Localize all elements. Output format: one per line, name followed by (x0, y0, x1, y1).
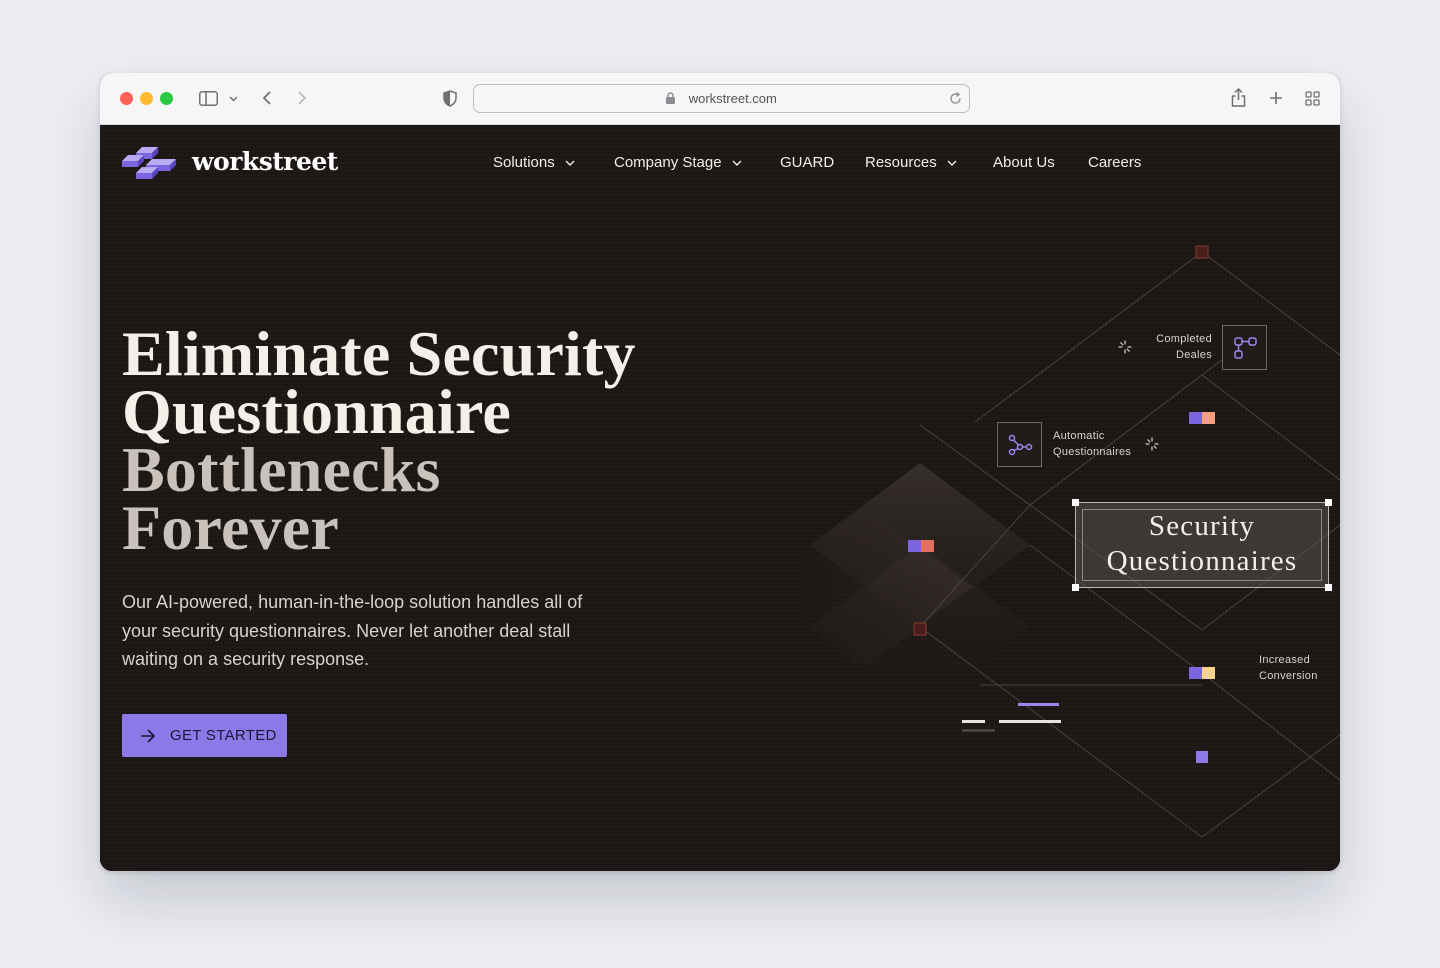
new-tab-icon[interactable] (1269, 91, 1283, 105)
dash-line (962, 720, 985, 723)
share-icon[interactable] (1231, 88, 1246, 107)
nav-label: Company Stage (614, 154, 722, 171)
nav-label: About Us (993, 154, 1055, 171)
workflow-icon (1234, 337, 1257, 359)
lock-icon (666, 92, 676, 104)
address-url: workstreet.com (688, 91, 777, 106)
card-title: Security Questionnaires (1106, 510, 1298, 577)
dash-line (1018, 703, 1059, 706)
corner-handle (1072, 584, 1079, 591)
back-arrow-icon[interactable] (262, 90, 272, 106)
zoom-window-button[interactable] (160, 92, 173, 105)
sidebar-toggle-icon[interactable] (199, 91, 218, 106)
diamond-shape (810, 463, 1030, 627)
marker-square (1195, 245, 1209, 259)
security-questionnaires-card: Security Questionnaires (1072, 499, 1332, 591)
label-automatic-questionnaires: Automatic Questionnaires (1053, 430, 1132, 458)
chevron-down-icon[interactable] (229, 96, 238, 102)
close-window-button[interactable] (120, 92, 133, 105)
corner-handle (1325, 499, 1332, 506)
label-increased-conversion: Increased Conversion (1259, 654, 1318, 682)
nav-label: Resources (865, 154, 937, 171)
arrow-right-icon (141, 728, 156, 743)
address-bar[interactable]: workstreet.com (473, 84, 970, 113)
chevron-down-icon (732, 160, 742, 166)
nav-guard[interactable]: GUARD (780, 154, 834, 171)
corner-handle (1072, 499, 1079, 506)
nav-label: GUARD (780, 154, 835, 171)
workstreet-logo-icon[interactable] (122, 145, 176, 181)
corner-handle (1325, 584, 1332, 591)
spinner-icon (1118, 340, 1132, 354)
minimize-window-button[interactable] (140, 92, 153, 105)
label-completed-deals: Completed Deales (1156, 333, 1212, 361)
hero-title-line: Questionnaire (122, 376, 512, 447)
nav-label: Careers (1088, 154, 1142, 171)
tab-overview-icon[interactable] (1305, 91, 1320, 106)
hero-subtitle: Our AI-powered, human-in-the-loop soluti… (122, 592, 583, 669)
get-started-button[interactable]: GET STARTED (122, 714, 287, 757)
nav-solutions[interactable]: Solutions (493, 154, 575, 171)
webpage: workstreet Solutions Company Stage GUARD… (100, 125, 1340, 871)
chevron-down-icon (947, 160, 957, 166)
hero-title: Eliminate Security Questionnaire Bottlen… (122, 318, 742, 563)
marker-square (1196, 751, 1208, 763)
chip-left (908, 540, 921, 552)
connections-icon (1008, 434, 1033, 456)
privacy-shield-icon[interactable] (443, 90, 457, 107)
browser-toolbar: workstreet.com (100, 73, 1340, 125)
automatic-questionnaires-node (997, 422, 1042, 467)
chip-right (1202, 667, 1215, 679)
dash-line (999, 720, 1061, 723)
diamond-shape (752, 505, 972, 669)
chip-right (921, 540, 934, 552)
spinner-icon (1145, 437, 1159, 451)
chip-right (1202, 412, 1215, 424)
hero-title-line: Forever (122, 492, 339, 563)
cta-label: GET STARTED (170, 727, 277, 744)
brand-name[interactable]: workstreet (192, 147, 338, 176)
chip-left (1189, 667, 1202, 679)
nav-about-us[interactable]: About Us (993, 154, 1055, 171)
reload-icon[interactable] (949, 92, 962, 105)
diamond-shape (810, 545, 1030, 709)
forward-arrow-icon[interactable] (297, 90, 307, 106)
browser-window: workstreet.com workstreet Solutions Comp… (100, 73, 1340, 871)
nav-careers[interactable]: Careers (1088, 154, 1141, 171)
chevron-down-icon (565, 160, 575, 166)
hero-title-line: Bottlenecks (122, 434, 441, 505)
hero-title-line: Eliminate Security (122, 318, 636, 389)
nav-resources[interactable]: Resources (865, 154, 957, 171)
completed-deals-node (1222, 325, 1267, 370)
dash-line (962, 729, 995, 732)
nav-company-stage[interactable]: Company Stage (614, 154, 742, 171)
nav-label: Solutions (493, 154, 555, 171)
marker-square (913, 622, 927, 636)
chip-left (1189, 412, 1202, 424)
